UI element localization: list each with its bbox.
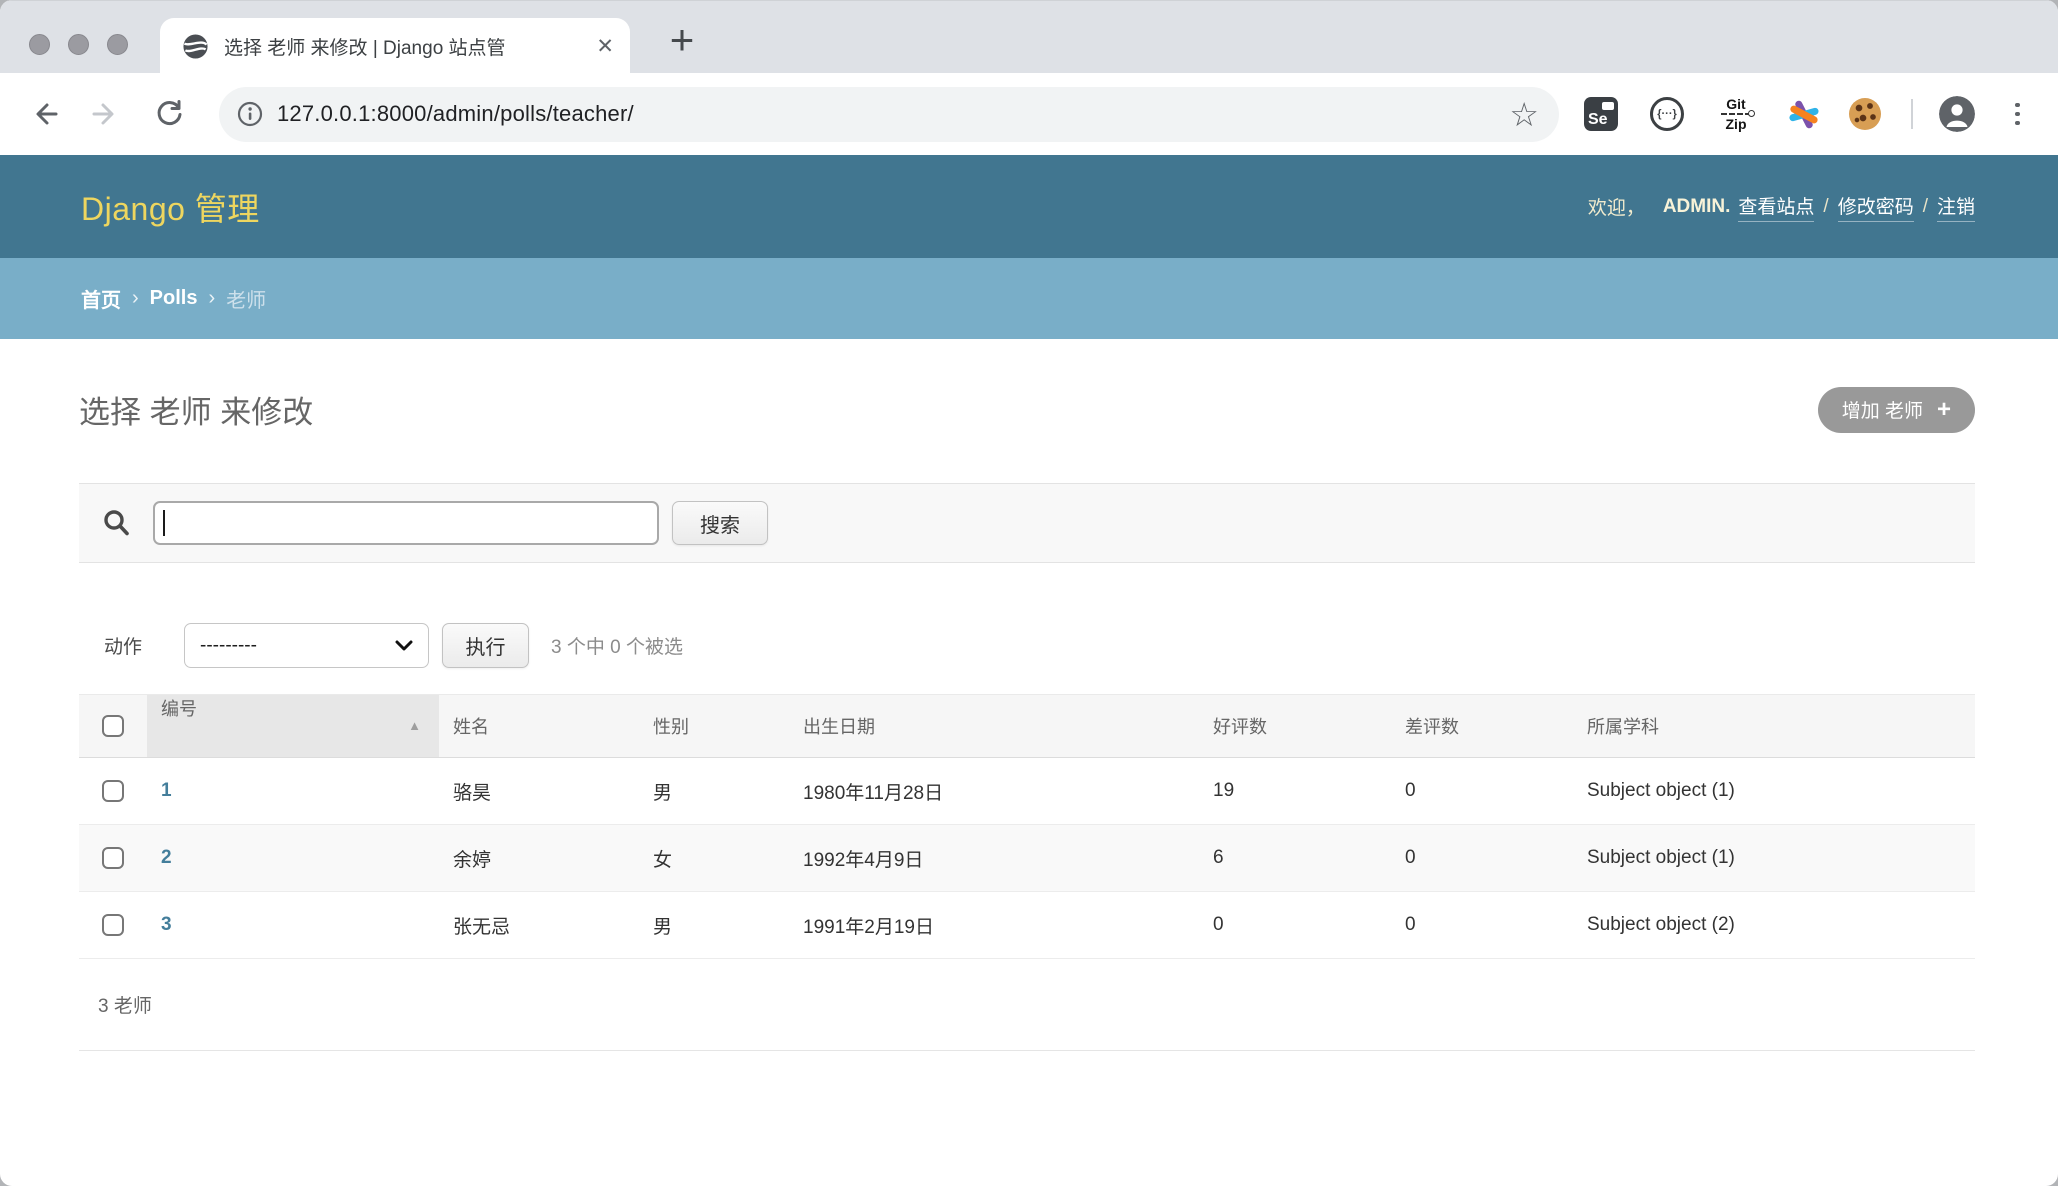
new-tab-button[interactable]: + xyxy=(656,14,708,66)
asterisk-extension-icon[interactable] xyxy=(1786,96,1822,132)
url-text[interactable]: 127.0.0.1:8000/admin/polls/teacher/ xyxy=(277,101,634,127)
execute-action-button[interactable]: 执行 xyxy=(442,623,529,668)
result-table: 编号 ▲ 姓名 性别 出生日期 好评数 差评数 所属学科 1 骆昊 男 xyxy=(79,694,1975,959)
reload-icon[interactable] xyxy=(152,97,186,131)
row-id-link[interactable]: 1 xyxy=(161,780,172,801)
footer-divider xyxy=(79,1050,1975,1051)
column-header-bad-count[interactable]: 差评数 xyxy=(1391,695,1573,758)
gitzip-extension-icon[interactable]: Git Zip xyxy=(1716,97,1756,131)
breadcrumb-app-link[interactable]: Polls xyxy=(150,287,198,310)
person-icon xyxy=(1939,96,1975,132)
browser-tab[interactable]: 选择 老师 来修改 | Django 站点管 ✕ xyxy=(160,18,630,74)
selenium-extension-icon[interactable]: Se xyxy=(1584,97,1618,131)
plus-icon: + xyxy=(1937,398,1951,422)
row-id-link[interactable]: 2 xyxy=(161,847,172,868)
changelist-content: 选择 老师 来修改 增加 老师 + 搜索 动作 --------- xyxy=(0,386,2058,1051)
address-bar[interactable]: 127.0.0.1:8000/admin/polls/teacher/ ☆ xyxy=(219,87,1559,142)
logout-link[interactable]: 注销 xyxy=(1937,192,1975,222)
table-row: 3 张无忌 男 1991年2月19日 0 0 Subject object (2… xyxy=(79,892,1975,959)
window-minimize-button[interactable] xyxy=(68,34,89,55)
search-toolbar: 搜索 xyxy=(79,483,1975,563)
text-cursor xyxy=(163,510,165,536)
view-site-link[interactable]: 查看站点 xyxy=(1738,192,1814,222)
globe-favicon-icon xyxy=(182,33,209,60)
row-checkbox[interactable] xyxy=(102,914,124,936)
page-info-icon[interactable] xyxy=(237,101,263,127)
username-text: ADMIN. xyxy=(1663,196,1731,218)
breadcrumb-home-link[interactable]: 首页 xyxy=(81,284,121,313)
column-header-subject[interactable]: 所属学科 xyxy=(1573,695,1975,758)
toolbar-divider xyxy=(1911,99,1913,129)
tab-close-icon[interactable]: ✕ xyxy=(596,34,614,59)
actions-bar: 动作 --------- 执行 3 个中 0 个被选 xyxy=(79,623,1975,668)
table-row: 1 骆昊 男 1980年11月28日 19 0 Subject object (… xyxy=(79,758,1975,825)
chevron-down-icon xyxy=(395,640,413,651)
column-header-id[interactable]: 编号 ▲ xyxy=(147,695,439,758)
welcome-text: 欢迎， xyxy=(1588,193,1645,220)
admin-header: Django 管理 欢迎， ADMIN. 查看站点 / 修改密码 / 注销 xyxy=(0,155,2058,258)
search-input[interactable] xyxy=(153,501,659,545)
column-header-birthdate[interactable]: 出生日期 xyxy=(789,695,1199,758)
breadcrumb-current: 老师 xyxy=(226,284,266,313)
browser-toolbar: 127.0.0.1:8000/admin/polls/teacher/ ☆ Se… xyxy=(0,73,2058,155)
window-close-button[interactable] xyxy=(29,34,50,55)
row-id-link[interactable]: 3 xyxy=(161,914,172,935)
json-braces-extension-icon[interactable]: {···} xyxy=(1650,97,1684,131)
sort-ascending-icon[interactable]: ▲ xyxy=(408,695,421,757)
breadcrumb: 首页 › Polls › 老师 xyxy=(0,258,2058,339)
add-teacher-button[interactable]: 增加 老师 + xyxy=(1818,387,1975,433)
row-checkbox[interactable] xyxy=(102,780,124,802)
tab-title: 选择 老师 来修改 | Django 站点管 xyxy=(224,33,554,60)
select-all-checkbox[interactable] xyxy=(102,715,124,737)
row-checkbox[interactable] xyxy=(102,847,124,869)
column-header-gender[interactable]: 性别 xyxy=(639,695,789,758)
result-count: 3 老师 xyxy=(79,991,1975,1018)
column-header-name[interactable]: 姓名 xyxy=(439,695,639,758)
bookmark-star-icon[interactable]: ☆ xyxy=(1509,98,1539,131)
search-button[interactable]: 搜索 xyxy=(672,501,768,545)
back-icon[interactable] xyxy=(28,97,62,131)
window-zoom-button[interactable] xyxy=(107,34,128,55)
window-controls xyxy=(29,34,128,55)
cookie-extension-icon[interactable] xyxy=(1849,98,1881,130)
search-icon xyxy=(101,508,131,538)
action-label: 动作 xyxy=(104,632,142,659)
column-header-good-count[interactable]: 好评数 xyxy=(1199,695,1391,758)
camera-glyph xyxy=(1602,102,1614,110)
action-select[interactable]: --------- xyxy=(184,623,429,668)
site-brand[interactable]: Django 管理 xyxy=(81,184,260,230)
change-password-link[interactable]: 修改密码 xyxy=(1838,192,1914,222)
browser-window: 选择 老师 来修改 | Django 站点管 ✕ + 127.0.0.1:800… xyxy=(0,0,2058,1186)
browser-menu-icon[interactable] xyxy=(2015,103,2020,126)
profile-avatar[interactable] xyxy=(1939,96,1975,132)
table-row: 2 余婷 女 1992年4月9日 6 0 Subject object (1) xyxy=(79,825,1975,892)
forward-icon[interactable] xyxy=(88,97,122,131)
tab-strip: 选择 老师 来修改 | Django 站点管 ✕ + xyxy=(0,0,2058,73)
selection-counter: 3 个中 0 个被选 xyxy=(551,632,683,659)
user-tools: 欢迎， ADMIN. 查看站点 / 修改密码 / 注销 xyxy=(1588,192,1975,222)
page-title: 选择 老师 来修改 xyxy=(79,387,313,432)
zipper-glyph xyxy=(1721,113,1751,115)
table-header-row: 编号 ▲ 姓名 性别 出生日期 好评数 差评数 所属学科 xyxy=(79,695,1975,758)
